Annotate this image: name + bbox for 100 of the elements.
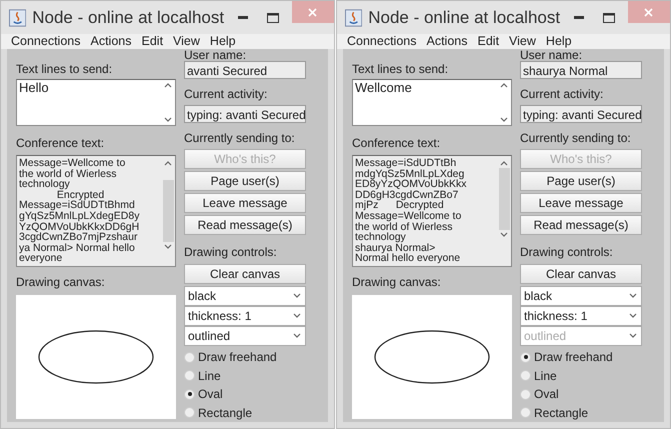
tool-radio[interactable]: Draw freehand [184,348,306,367]
menu-item[interactable]: View [509,34,536,49]
radio-button[interactable] [520,407,531,418]
scroll-down-icon [164,244,172,249]
menu-item[interactable]: Connections [11,34,80,49]
dropdown[interactable]: black [184,286,306,306]
radio-button[interactable] [520,388,531,400]
action-button[interactable]: Read message(s) [184,214,306,235]
minimize-icon [238,16,248,20]
tool-radio[interactable]: Rectangle [184,404,306,422]
text-line: DD6gH3cgdCwnZBo7 [355,190,458,200]
text-line: technology [355,232,406,243]
dropdown-caret-icon [629,333,637,338]
text-line: Normal hello everyone [355,253,462,264]
dropdown-caret-icon [629,293,637,298]
radio-button[interactable] [184,352,195,363]
text-line: Message=Wellcome to [355,210,462,222]
tool-radio[interactable]: Draw freehand [520,348,642,367]
clear-canvas-button[interactable]: Clear canvas [184,264,306,284]
radio-button[interactable] [184,388,195,400]
field-label: Conference text: [352,136,442,150]
scroll-up-icon [500,161,508,166]
tool-radio[interactable]: Oval [520,385,642,404]
action-button[interactable]: Page user(s) [184,170,306,191]
clear-canvas-button[interactable]: Clear canvas [520,264,642,284]
radio-button[interactable] [520,370,531,382]
text-line: Encrypted [56,190,104,200]
scroll-up-icon [164,161,172,166]
user-name-field[interactable]: shaurya Normal [520,61,642,79]
tool-radio[interactable]: Line [520,366,642,386]
dropdown[interactable]: thickness: 1 [520,306,642,326]
app-icon [9,8,26,26]
text-line: the world of Wierless [355,222,454,232]
action-button[interactable]: Leave message [520,192,642,213]
field-label: Drawing canvas: [16,275,106,289]
field-label: Drawing controls: [520,244,614,259]
text-line: everyone [19,253,64,264]
text-line: ED8yYzQOMVoUbkKkx [355,179,468,190]
text-line: mjPz Decrypted [355,200,444,211]
field-label: Current activity: [520,86,604,101]
scrollbar-thumb[interactable] [498,168,510,230]
close-button[interactable] [292,1,334,23]
field-label: Text lines to send: [352,62,450,76]
activity-field[interactable]: typing: avanti Secured [520,104,642,123]
field-label: Current activity: [184,86,268,101]
menu-item[interactable]: Help [546,34,572,49]
scroll-down-icon [500,117,508,122]
dropdown[interactable]: thickness: 1 [184,306,306,326]
close-button[interactable] [628,1,670,23]
menu-item[interactable]: View [173,34,200,49]
message-input[interactable]: Hello [16,79,176,126]
text-line: technology [19,179,70,190]
menu-item[interactable]: Connections [347,34,416,49]
radio-button[interactable] [184,370,195,382]
radio-button[interactable] [184,407,195,418]
window-title: Node - online at localhost [368,6,560,29]
field-label: Text lines to send: [16,62,114,76]
tool-radio[interactable]: Oval [184,385,306,404]
radio-button[interactable] [520,352,531,363]
drawing-canvas[interactable] [16,295,176,419]
scroll-up-icon [164,83,172,88]
field-label: Drawing controls: [184,244,278,259]
window-title: Node - online at localhost [32,6,224,29]
action-button[interactable]: Leave message [184,192,306,213]
activity-field[interactable]: typing: avanti Secured [184,104,306,123]
maximize-icon [267,12,280,22]
text-line: YzQOMVoUbkKkxDD6gH [19,222,140,232]
drawing-canvas[interactable] [352,295,512,419]
scroll-up-icon [500,83,508,88]
menu-item[interactable]: Actions [426,34,468,49]
dropdown[interactable]: outlined [184,326,306,346]
action-button[interactable]: Page user(s) [520,170,642,191]
text-line: shaurya Normal> [355,242,436,254]
scroll-down-icon [500,232,508,237]
app-icon [345,8,362,26]
text-line: Message=iSdUDTtBh [355,158,458,169]
close-icon [644,8,654,16]
message-input[interactable]: Wellcome [352,79,512,126]
dropdown[interactable]: black [520,286,642,306]
text-line: ya Normal> Normal hello [19,242,135,254]
field-label: Drawing canvas: [352,275,442,289]
menu-item[interactable]: Help [210,34,236,49]
text-line: the world of Wierless [19,168,118,180]
dropdown-caret-icon [629,313,637,318]
menu-item[interactable]: Edit [478,34,500,49]
text-line: 3cgdCwnZBo7mjPzshaur [19,232,138,243]
menu-item[interactable]: Edit [142,34,164,49]
dropdown-caret-icon [293,293,301,298]
user-name-field[interactable]: avanti Secured [184,61,306,79]
dropdown-caret-icon [293,313,301,318]
action-button[interactable]: Read message(s) [520,214,642,235]
tool-radio[interactable]: Line [184,366,306,386]
field-label: Currently sending to: [184,130,296,145]
scrollbar-thumb[interactable] [162,180,174,242]
text-line: gYqSz5MnlLpLXdegED8y [19,210,140,222]
menu-item[interactable]: Actions [90,34,132,49]
field-label: Currently sending to: [520,130,632,145]
tool-radio[interactable]: Rectangle [520,404,642,422]
text-line: Message=Wellcome to [19,158,126,169]
text-line: Message=iSdUDTtBhmd [19,200,135,211]
